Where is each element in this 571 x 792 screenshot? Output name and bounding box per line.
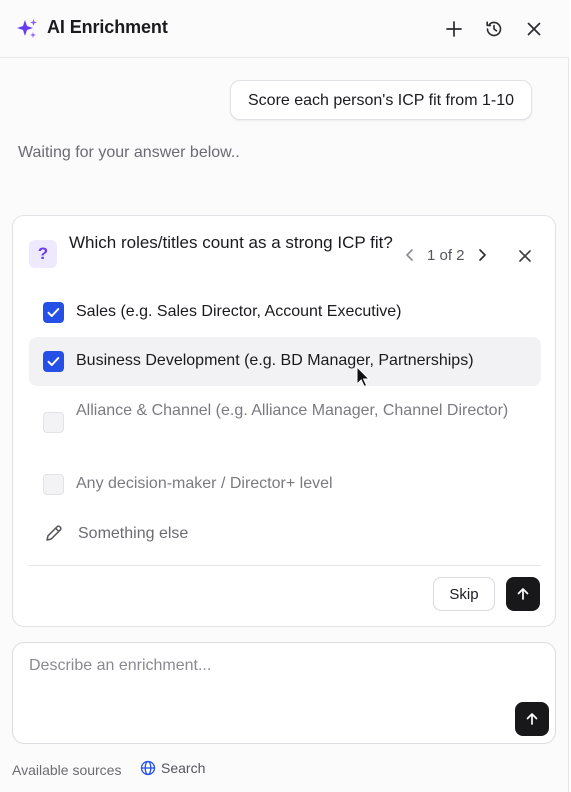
pencil-icon bbox=[46, 525, 62, 541]
waiting-status: Waiting for your answer below.. bbox=[18, 144, 240, 161]
option-alliance-channel[interactable]: Alliance & Channel (e.g. Alliance Manage… bbox=[29, 396, 541, 452]
close-panel-button[interactable] bbox=[522, 17, 546, 41]
source-search[interactable]: Search bbox=[140, 760, 205, 776]
check-icon bbox=[47, 308, 60, 317]
option-label: Business Development (e.g. BD Manager, P… bbox=[76, 352, 474, 369]
question-card: ? Which roles/titles count as a strong I… bbox=[12, 215, 556, 627]
arrow-up-icon bbox=[526, 713, 538, 725]
send-button[interactable] bbox=[515, 702, 549, 736]
option-label: Any decision-maker / Director+ level bbox=[76, 475, 333, 492]
new-chat-button[interactable] bbox=[442, 17, 466, 41]
sparkles-icon bbox=[17, 19, 37, 38]
chevron-right-icon bbox=[478, 249, 486, 261]
globe-icon bbox=[140, 760, 156, 776]
panel-title: AI Enrichment bbox=[47, 17, 168, 37]
option-sales[interactable]: Sales (e.g. Sales Director, Account Exec… bbox=[29, 298, 541, 328]
source-search-label: Search bbox=[161, 760, 206, 776]
option-label: Sales (e.g. Sales Director, Account Exec… bbox=[76, 303, 402, 320]
option-something-else[interactable]: Something else bbox=[29, 519, 541, 549]
prev-question-button[interactable] bbox=[401, 245, 419, 265]
arrow-up-icon bbox=[517, 588, 529, 600]
close-question-button[interactable] bbox=[513, 244, 537, 268]
checkbox-checked[interactable] bbox=[43, 302, 64, 323]
available-sources-label: Available sources bbox=[12, 762, 122, 778]
question-icon: ? bbox=[29, 240, 57, 268]
history-button[interactable] bbox=[482, 17, 506, 41]
option-business-development[interactable]: Business Development (e.g. BD Manager, P… bbox=[29, 337, 541, 386]
question-text: Which roles/titles count as a strong ICP… bbox=[69, 233, 393, 252]
history-icon bbox=[486, 21, 502, 37]
option-label: Alliance & Channel (e.g. Alliance Manage… bbox=[76, 402, 509, 419]
checkbox-checked[interactable] bbox=[43, 351, 64, 372]
checkbox-unchecked[interactable] bbox=[43, 412, 64, 433]
plus-icon bbox=[446, 21, 462, 37]
close-icon bbox=[527, 22, 541, 36]
option-decision-maker[interactable]: Any decision-maker / Director+ level bbox=[29, 469, 541, 499]
pager-count: 1 of 2 bbox=[427, 246, 465, 264]
something-else-label: Something else bbox=[78, 525, 189, 542]
submit-answer-button[interactable] bbox=[506, 577, 540, 611]
user-message: Score each person's ICP fit from 1-10 bbox=[230, 80, 532, 120]
panel-header: AI Enrichment bbox=[0, 0, 569, 58]
question-pager: 1 of 2 bbox=[401, 244, 491, 266]
mouse-cursor-icon bbox=[356, 366, 371, 388]
composer-placeholder[interactable]: Describe an enrichment... bbox=[29, 657, 211, 675]
divider bbox=[29, 565, 541, 566]
chevron-left-icon bbox=[406, 249, 413, 261]
ai-enrichment-panel: AI Enrichment Score each person's ICP fi… bbox=[0, 0, 569, 792]
enrichment-composer[interactable]: Describe an enrichment... bbox=[12, 642, 556, 744]
close-icon bbox=[519, 250, 531, 262]
skip-button[interactable]: Skip bbox=[433, 577, 495, 611]
check-icon bbox=[47, 357, 60, 366]
next-question-button[interactable] bbox=[473, 245, 491, 265]
checkbox-unchecked[interactable] bbox=[43, 474, 64, 495]
